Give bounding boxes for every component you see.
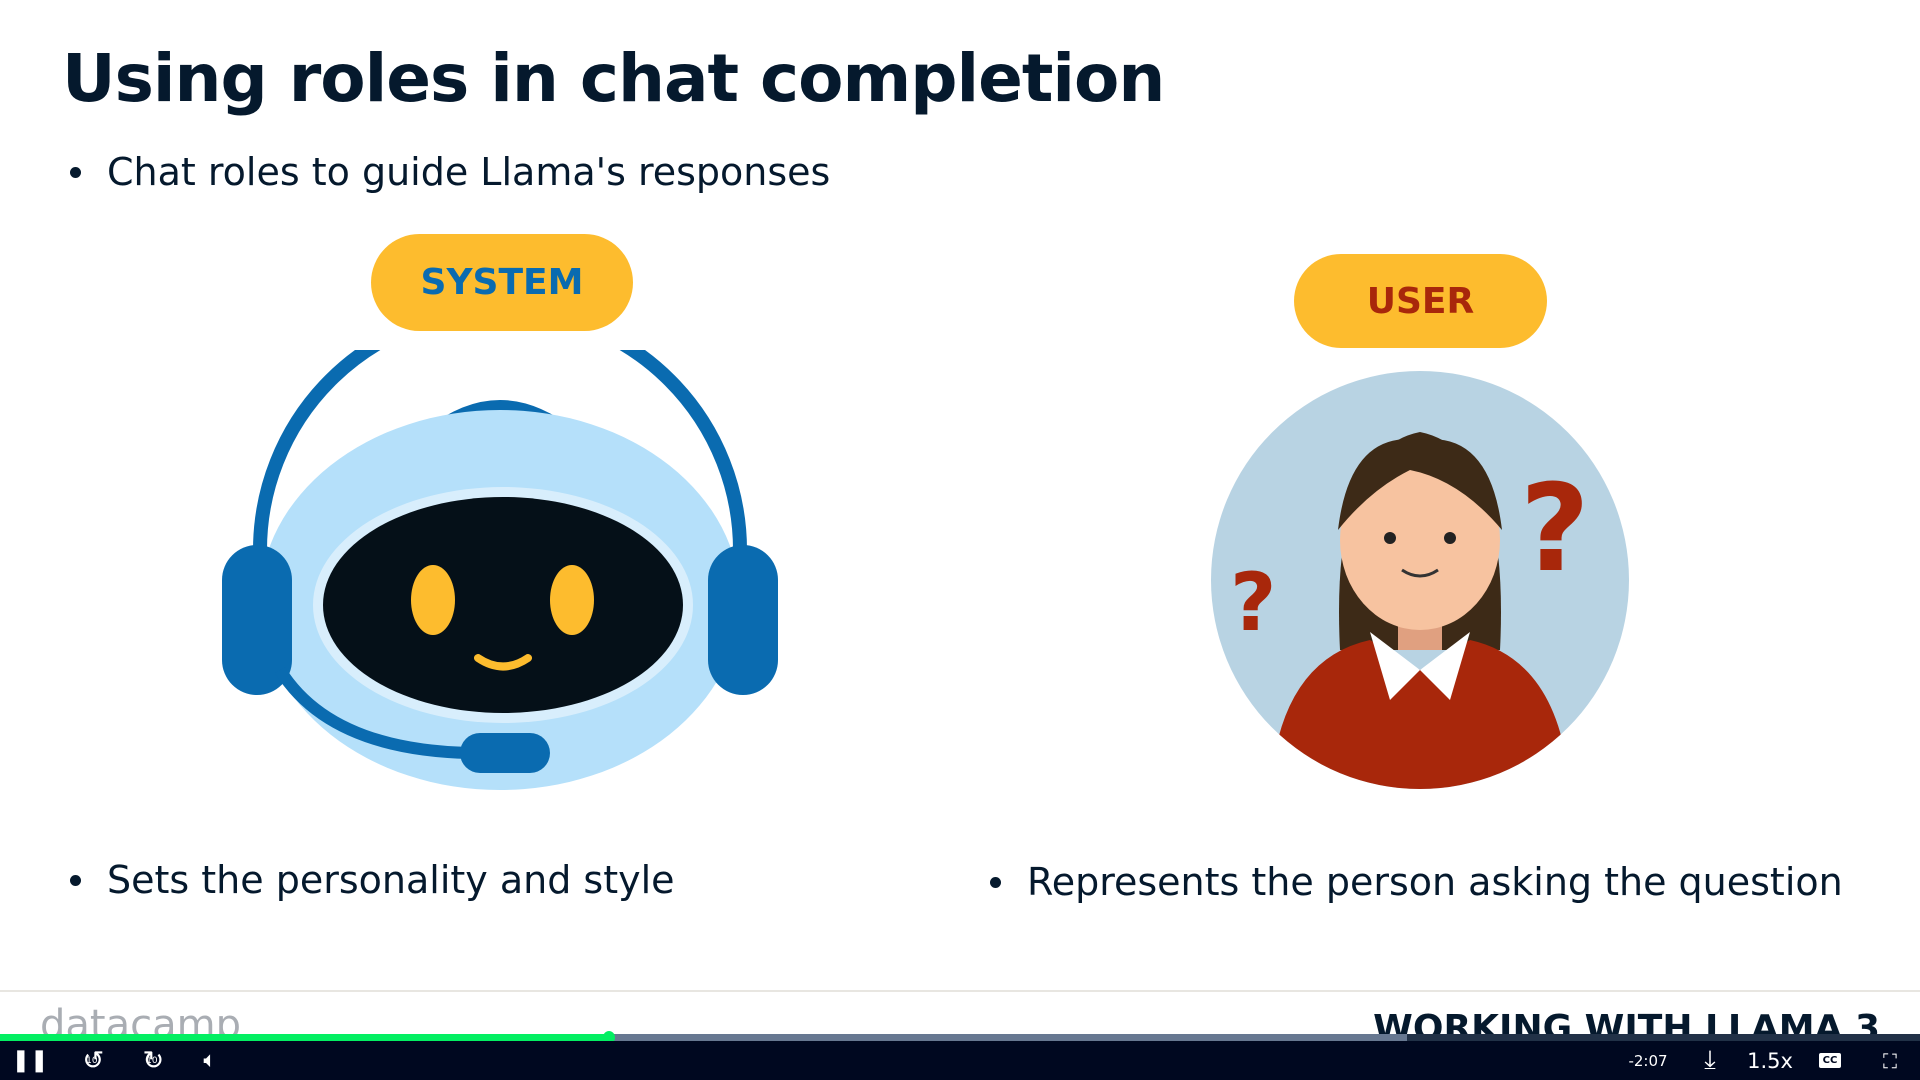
forward-10-button[interactable]: ↻ 10 bbox=[130, 1041, 170, 1080]
volume-icon[interactable]: 🔈︎ bbox=[195, 1041, 225, 1080]
progress-bar[interactable] bbox=[0, 1031, 1920, 1044]
rewind-10-button[interactable]: ↺ 10 bbox=[70, 1041, 110, 1080]
system-label: SYSTEM bbox=[371, 234, 633, 331]
intro-bullet: Chat roles to guide Llama's responses bbox=[70, 150, 830, 194]
time-remaining: -2:07 bbox=[1628, 1051, 1668, 1070]
svg-text:?: ? bbox=[1230, 556, 1276, 649]
bullet-dot bbox=[990, 876, 1001, 888]
user-illustration: ? ? bbox=[1211, 371, 1629, 789]
captions-icon: CC bbox=[1818, 1053, 1842, 1068]
footer-divider bbox=[0, 990, 1920, 992]
bullet-dot bbox=[70, 874, 81, 886]
forward-seconds: 10 bbox=[146, 1055, 158, 1066]
captions-button[interactable]: CC bbox=[1815, 1041, 1845, 1080]
exit-fullscreen-icon[interactable]: ⛶ bbox=[1875, 1041, 1905, 1080]
rewind-seconds: 10 bbox=[86, 1055, 98, 1066]
pause-icon[interactable]: ❚❚ bbox=[12, 1041, 49, 1080]
played-bar bbox=[0, 1034, 609, 1041]
robot-illustration bbox=[222, 350, 778, 790]
playback-speed-button[interactable]: 1.5x bbox=[1745, 1041, 1795, 1080]
bullet-dot bbox=[70, 166, 81, 178]
system-bullet: Sets the personality and style bbox=[70, 858, 675, 902]
download-icon[interactable]: ⤓ bbox=[1695, 1041, 1725, 1080]
user-bullet-text: Represents the person asking the questio… bbox=[1027, 860, 1843, 904]
system-bullet-text: Sets the personality and style bbox=[107, 858, 675, 902]
user-label: USER bbox=[1294, 254, 1547, 348]
slide-title: Using roles in chat completion bbox=[62, 40, 1165, 117]
svg-text:?: ? bbox=[1520, 460, 1590, 599]
intro-bullet-text: Chat roles to guide Llama's responses bbox=[107, 150, 831, 194]
user-bullet: Represents the person asking the questio… bbox=[990, 860, 1843, 904]
player-controls: ❚❚ ↺ 10 ↻ 10 🔈︎ -2:07 ⤓ 1.5x CC ⛶ bbox=[0, 1041, 1920, 1080]
